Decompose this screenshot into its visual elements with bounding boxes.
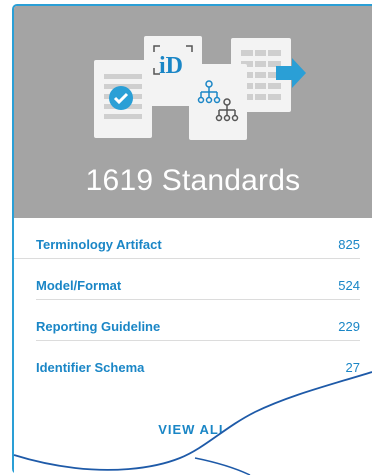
standards-card: iD 1619 Standards Terminology Artifact 8… xyxy=(12,4,372,474)
category-link-terminology-artifact[interactable]: Terminology Artifact xyxy=(36,237,162,252)
standards-count-title: 1619 Standards xyxy=(85,164,301,197)
category-count: 27 xyxy=(345,360,360,375)
category-link-identifier-schema[interactable]: Identifier Schema xyxy=(36,360,144,375)
list-item[interactable]: Model/Format 524 xyxy=(36,259,360,300)
list-item[interactable]: Identifier Schema 27 xyxy=(36,341,360,381)
category-list: Terminology Artifact 825 Model/Format 52… xyxy=(14,218,372,381)
view-all-link[interactable]: VIEW ALL xyxy=(14,422,372,437)
category-link-reporting-guideline[interactable]: Reporting Guideline xyxy=(36,319,160,334)
svg-text:iD: iD xyxy=(159,53,183,79)
category-count: 825 xyxy=(338,237,360,252)
card-header: iD 1619 Standards xyxy=(14,6,372,218)
category-count: 524 xyxy=(338,278,360,293)
hero-illustration: iD xyxy=(94,36,306,140)
category-count: 229 xyxy=(338,319,360,334)
list-item[interactable]: Reporting Guideline 229 xyxy=(36,300,360,341)
list-item[interactable]: Terminology Artifact 825 xyxy=(14,218,360,259)
hierarchy-tree-icon xyxy=(189,64,247,140)
checklist-icon xyxy=(94,60,152,138)
category-link-model-format[interactable]: Model/Format xyxy=(36,278,121,293)
